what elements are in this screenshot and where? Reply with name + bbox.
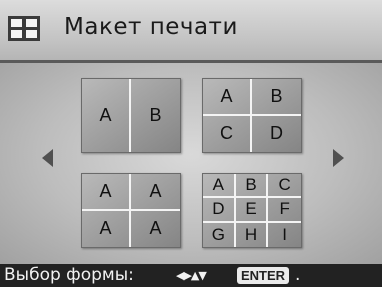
layout-cell: A [82, 79, 131, 152]
layout-cell: A [203, 79, 252, 116]
layout-cell: A [82, 174, 131, 211]
layout-cell: A [82, 210, 131, 247]
layout-option-4-up[interactable]: A B C D [202, 78, 302, 153]
layout-option-2-up[interactable]: A B [81, 78, 181, 153]
layout-cell: A [203, 174, 236, 199]
layout-cell: D [203, 198, 236, 223]
layout-selector: A B A B C D A A A A A B C D E F G H I [0, 60, 382, 267]
layout-option-9-up[interactable]: A B C D E F G H I [202, 173, 302, 248]
layout-cell: D [270, 123, 283, 144]
layout-cell: E [235, 198, 269, 223]
arrow-right-icon[interactable] [333, 149, 344, 167]
title-bar: Макет печати [0, 0, 382, 60]
status-label: Выбор формы: [4, 265, 134, 285]
enter-key-badge: ENTER [237, 267, 290, 284]
status-bar: Выбор формы: ◀▶▲▼ ENTER . [0, 264, 382, 287]
direction-arrows-icon: ◀▶▲▼ [176, 269, 207, 282]
layout-cell: B [149, 105, 162, 125]
layout-option-4-same[interactable]: A A A A [81, 173, 181, 248]
layout-cell: I [282, 224, 288, 244]
layout-cell: C [203, 115, 252, 152]
layout-cell: C [268, 174, 301, 199]
arrow-left-icon[interactable] [42, 149, 53, 167]
layout-cell: B [252, 79, 301, 116]
layout-cell: B [235, 174, 269, 199]
layout-cell: A [131, 174, 180, 211]
layout-cell: A [149, 218, 162, 239]
status-end-punctuation: . [295, 265, 301, 285]
page-title: Макет печати [64, 14, 238, 40]
layout-grid-icon [8, 16, 40, 41]
layout-cell: F [268, 198, 301, 223]
layout-cell: H [236, 222, 269, 247]
layout-cell: G [203, 222, 236, 247]
